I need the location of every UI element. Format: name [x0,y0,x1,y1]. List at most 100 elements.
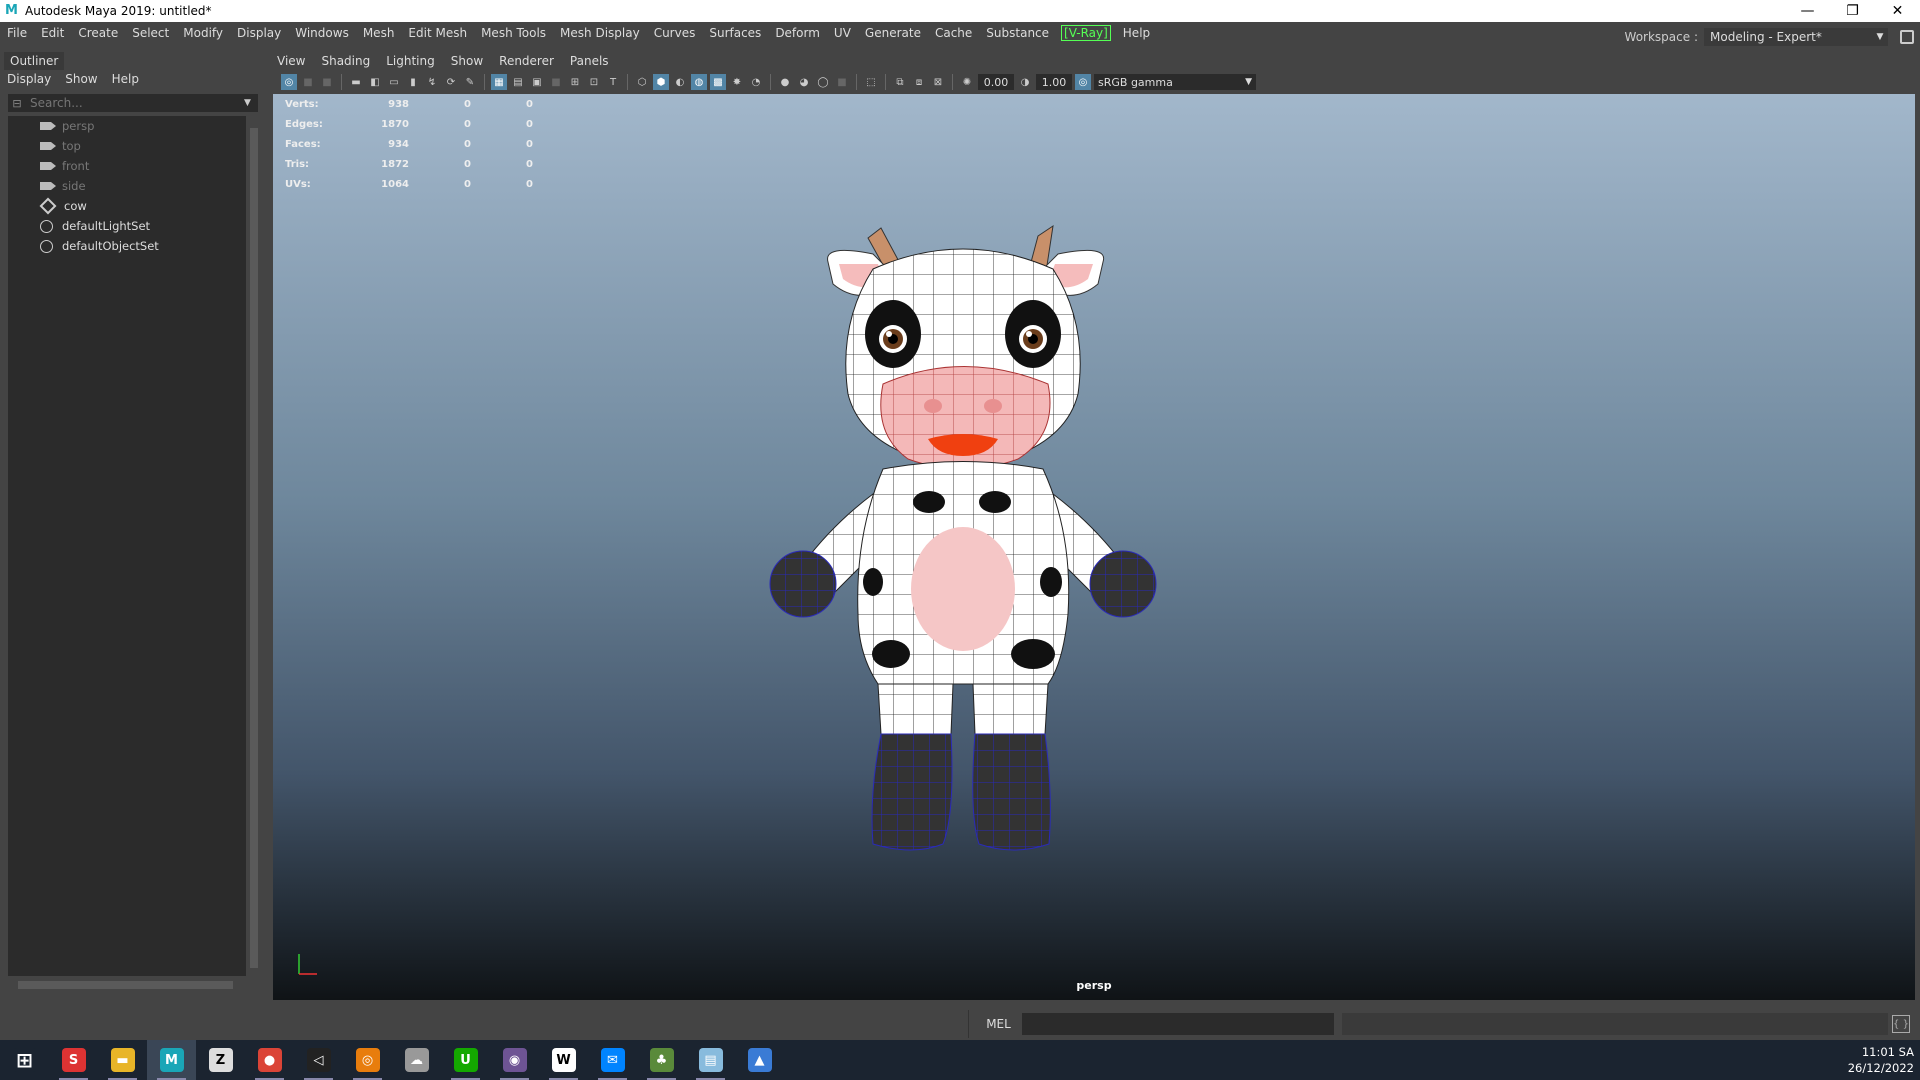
viewport-menu-view[interactable]: View [269,54,313,68]
outliner-menu-help[interactable]: Help [105,72,146,86]
pencil-icon[interactable]: ✎ [462,74,478,90]
color-management-icon[interactable]: ◎ [1075,74,1091,90]
wireframe-on-shaded-icon[interactable]: ◍ [691,74,707,90]
outliner-menu-display[interactable]: Display [0,72,58,86]
ik-icon[interactable]: ↯ [424,74,440,90]
xray-components-icon[interactable]: ⊠ [930,74,946,90]
script-mode-toggle[interactable]: MEL [968,1010,1028,1038]
menu-modify[interactable]: Modify [176,26,230,40]
cow-mesh[interactable] [273,94,1915,1000]
outliner-item-side[interactable]: side [8,176,246,196]
2d-pan-icon[interactable]: ▭ [386,74,402,90]
camera-attributes-icon[interactable]: ■ [319,74,335,90]
search-input[interactable] [26,94,244,112]
menu-v-ray[interactable]: [V-Ray] [1061,25,1111,41]
taskbar-substance-button[interactable]: S [49,1040,98,1080]
viewport-menu-panels[interactable]: Panels [562,54,617,68]
taskbar-github-button[interactable]: ◉ [490,1040,539,1080]
safe-action-icon[interactable]: ⊡ [586,74,602,90]
menu-file[interactable]: File [0,26,34,40]
film-gate-icon[interactable]: ▤ [510,74,526,90]
viewport-menu-show[interactable]: Show [443,54,491,68]
outliner-item-front[interactable]: front [8,156,246,176]
smooth-shade-icon[interactable]: ⬢ [653,74,669,90]
ambient-occlusion-icon[interactable]: ● [777,74,793,90]
menu-select[interactable]: Select [125,26,176,40]
taskbar-zbrush-button[interactable]: Z [196,1040,245,1080]
filter-icon[interactable]: ⊟ [8,94,26,112]
taskbar-webstorm-button[interactable]: W [539,1040,588,1080]
taskbar-blender-button[interactable]: ◎ [343,1040,392,1080]
motion-icon[interactable]: ⟳ [443,74,459,90]
taskbar-messenger-button[interactable]: ✉ [588,1040,637,1080]
depth-of-field-icon[interactable]: ■ [834,74,850,90]
menu-windows[interactable]: Windows [288,26,356,40]
taskbar-speedtree-button[interactable]: ♣ [637,1040,686,1080]
safe-title-icon[interactable]: T [605,74,621,90]
menu-cache[interactable]: Cache [928,26,979,40]
taskbar-file-explorer-button[interactable]: ▬ [98,1040,147,1080]
menu-edit-mesh[interactable]: Edit Mesh [401,26,474,40]
default-material-icon[interactable]: ◐ [672,74,688,90]
command-input[interactable] [1022,1013,1334,1035]
menu-deform[interactable]: Deform [768,26,827,40]
lock-camera-icon[interactable]: ■ [300,74,316,90]
restore-button[interactable]: ❐ [1830,0,1875,22]
outliner-menu-show[interactable]: Show [58,72,104,86]
wireframe-icon[interactable]: ⬡ [634,74,650,90]
image-plane-icon[interactable]: ◧ [367,74,383,90]
taskbar-notepad-button[interactable]: ▤ [686,1040,735,1080]
menu-display[interactable]: Display [230,26,288,40]
grease-pencil-icon[interactable]: ▮ [405,74,421,90]
shadows-icon[interactable]: ◔ [748,74,764,90]
menu-mesh[interactable]: Mesh [356,26,402,40]
workspace-dropdown[interactable]: Modeling - Expert* ▼ [1704,28,1888,46]
taskbar-unity-button[interactable]: ◁ [294,1040,343,1080]
gate-mask-icon[interactable]: ■ [548,74,564,90]
outliner-item-top[interactable]: top [8,136,246,156]
outliner-item-defaultobjectset[interactable]: defaultObjectSet [8,236,246,256]
menu-surfaces[interactable]: Surfaces [702,26,768,40]
lights-icon[interactable]: ✸ [729,74,745,90]
xray-joints-icon[interactable]: ⧈ [911,74,927,90]
isolate-select-icon[interactable]: ⬚ [863,74,879,90]
taskbar-maya-button[interactable]: M [147,1040,196,1080]
gamma-field[interactable]: 1.00 [1036,74,1072,90]
viewport-menu-renderer[interactable]: Renderer [491,54,562,68]
grid-icon[interactable]: ▦ [491,74,507,90]
scrollbar-thumb[interactable] [18,981,233,989]
outliner-horizontal-scrollbar[interactable] [8,980,246,990]
outliner-item-defaultlightset[interactable]: defaultLightSet [8,216,246,236]
viewport-menu-lighting[interactable]: Lighting [378,54,443,68]
minimize-button[interactable]: — [1785,0,1830,22]
taskbar-chrome-button[interactable]: ● [245,1040,294,1080]
select-camera-icon[interactable]: ◎ [281,74,297,90]
field-chart-icon[interactable]: ⊞ [567,74,583,90]
menu-mesh-tools[interactable]: Mesh Tools [474,26,553,40]
exposure-field[interactable]: 0.00 [978,74,1014,90]
3d-viewport[interactable]: Verts: 938 0 0 Edges: 1870 0 0 Faces: 934 0 0 Tris: 1… [273,94,1915,1000]
outliner-tab[interactable]: Outliner [4,52,65,70]
viewport-menu-shading[interactable]: Shading [313,54,378,68]
menu-edit[interactable]: Edit [34,26,71,40]
taskbar-start-button[interactable]: ⊞ [0,1040,49,1080]
menu-generate[interactable]: Generate [858,26,928,40]
xray-icon[interactable]: ⧉ [892,74,908,90]
outliner-vertical-scrollbar[interactable] [250,116,258,976]
view-transform-dropdown[interactable]: sRGB gamma ▼ [1094,74,1256,90]
lock-icon[interactable] [1900,30,1914,44]
chevron-down-icon[interactable]: ▼ [244,98,258,108]
menu-create[interactable]: Create [71,26,125,40]
motion-blur-icon[interactable]: ◕ [796,74,812,90]
resolution-gate-icon[interactable]: ▣ [529,74,545,90]
menu-mesh-display[interactable]: Mesh Display [553,26,647,40]
system-clock[interactable]: 11:01 SA 26/12/2022 [1848,1044,1914,1076]
close-button[interactable]: ✕ [1875,0,1920,22]
outliner-item-persp[interactable]: persp [8,116,246,136]
anti-aliasing-icon[interactable]: ◯ [815,74,831,90]
taskbar-photos-button[interactable]: ▲ [735,1040,784,1080]
script-editor-icon[interactable]: { } [1892,1015,1910,1033]
menu-curves[interactable]: Curves [647,26,703,40]
menu-substance[interactable]: Substance [979,26,1056,40]
gamma-icon[interactable]: ◑ [1017,74,1033,90]
